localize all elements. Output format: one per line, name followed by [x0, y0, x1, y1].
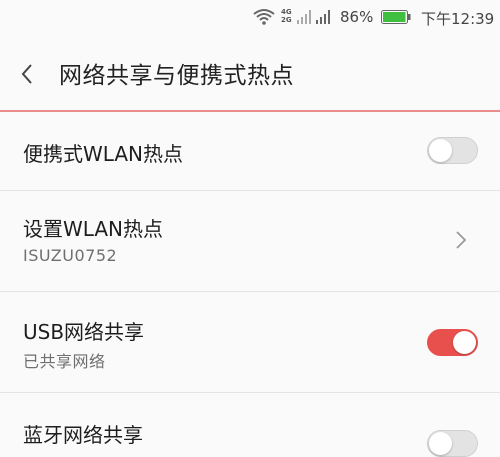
app-header: 网络共享与便携式热点: [0, 36, 500, 110]
row-title: 便携式WLAN热点: [23, 142, 184, 166]
row-portable-wlan-hotspot[interactable]: 便携式WLAN热点: [0, 112, 500, 190]
wifi-icon: [253, 9, 275, 25]
battery-percent: 86%: [340, 8, 374, 26]
status-bar: 4G 2G 86% 下午12:39: [0, 0, 500, 36]
row-title: 蓝牙网络共享: [23, 423, 143, 447]
toggle-knob: [429, 139, 452, 162]
row-usb-tethering[interactable]: USB网络共享 已共享网络: [0, 292, 500, 392]
toggle-knob: [429, 432, 452, 455]
portable-wlan-hotspot-toggle[interactable]: [427, 137, 478, 164]
usb-tethering-toggle[interactable]: [427, 329, 478, 356]
network-type-top: 4G: [281, 8, 292, 16]
back-arrow-icon[interactable]: [20, 63, 34, 85]
network-type-indicator: 4G 2G: [281, 8, 292, 24]
signal-icon-secondary: [316, 10, 330, 24]
chevron-right-icon: [456, 231, 467, 249]
row-title: 设置WLAN热点: [23, 217, 164, 241]
row-wlan-hotspot-settings[interactable]: 设置WLAN热点 ISUZU0752: [0, 191, 500, 291]
page-title: 网络共享与便携式热点: [59, 63, 294, 89]
network-type-bottom: 2G: [281, 16, 292, 24]
row-subtitle: ISUZU0752: [23, 246, 118, 265]
clock: 下午12:39: [421, 10, 495, 28]
row-subtitle: 已共享网络: [23, 352, 106, 371]
toggle-knob: [453, 331, 476, 354]
signal-icon: [297, 10, 311, 24]
battery-icon: [381, 10, 411, 24]
row-title: USB网络共享: [23, 320, 145, 344]
row-bluetooth-tethering[interactable]: 蓝牙网络共享: [0, 393, 500, 457]
bluetooth-tethering-toggle[interactable]: [427, 430, 478, 457]
